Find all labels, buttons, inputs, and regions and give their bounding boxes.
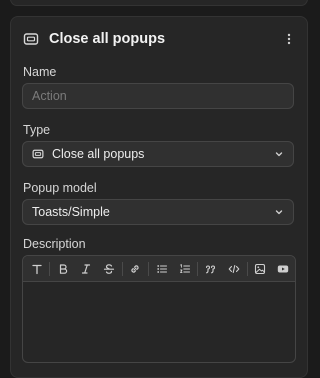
- text-style-button[interactable]: [25, 259, 48, 279]
- popup-icon: [23, 33, 39, 45]
- description-label: Description: [23, 237, 86, 251]
- video-icon: [278, 265, 289, 272]
- panel-header: Close all popups: [23, 29, 297, 49]
- quote-icon: [205, 264, 215, 273]
- image-button[interactable]: [249, 259, 272, 279]
- name-label: Name: [23, 65, 57, 79]
- link-icon: [131, 264, 140, 273]
- quote-button[interactable]: [199, 259, 222, 279]
- name-input[interactable]: Action: [22, 83, 294, 109]
- chevron-down-icon: [275, 152, 283, 157]
- popup-model-label: Popup model: [23, 181, 97, 195]
- video-button[interactable]: [272, 259, 295, 279]
- bold-icon: [59, 263, 67, 274]
- chevron-down-icon: [275, 210, 283, 215]
- more-menu-button[interactable]: [281, 30, 297, 48]
- italic-button[interactable]: [74, 259, 97, 279]
- popup-icon: [32, 149, 44, 159]
- type-select-value: Close all popups: [52, 147, 145, 161]
- code-button[interactable]: [223, 259, 246, 279]
- panel-title: Close all popups: [49, 31, 166, 47]
- image-icon: [255, 263, 266, 274]
- more-vertical-icon: [287, 33, 291, 45]
- type-label: Type: [23, 123, 51, 137]
- toolbar-divider: [121, 261, 123, 276]
- name-input-placeholder: Action: [32, 89, 67, 103]
- type-select[interactable]: Close all popups: [22, 141, 294, 167]
- bold-button[interactable]: [51, 259, 74, 279]
- toolbar-divider: [197, 261, 199, 276]
- action-panel: Close all popups Name Action Type Close …: [10, 16, 308, 378]
- link-button[interactable]: [124, 259, 147, 279]
- code-icon: [228, 264, 240, 273]
- numbered-list-icon: [179, 263, 190, 273]
- bullet-list-button[interactable]: [150, 259, 173, 279]
- toolbar-divider: [246, 261, 248, 276]
- toolbar-divider: [147, 261, 149, 276]
- previous-panel-edge: [10, 0, 308, 6]
- toolbar-divider: [49, 261, 51, 276]
- popup-model-select[interactable]: Toasts/Simple: [22, 199, 294, 225]
- description-editor: [22, 255, 296, 363]
- bullet-list-icon: [156, 264, 167, 273]
- popup-model-select-value: Toasts/Simple: [32, 205, 110, 219]
- text-icon: [31, 264, 42, 274]
- editor-toolbar: [23, 256, 295, 282]
- italic-icon: [81, 263, 91, 274]
- description-textarea[interactable]: [23, 282, 295, 362]
- strikethrough-button[interactable]: [98, 259, 121, 279]
- strikethrough-icon: [104, 263, 115, 274]
- numbered-list-button[interactable]: [173, 259, 196, 279]
